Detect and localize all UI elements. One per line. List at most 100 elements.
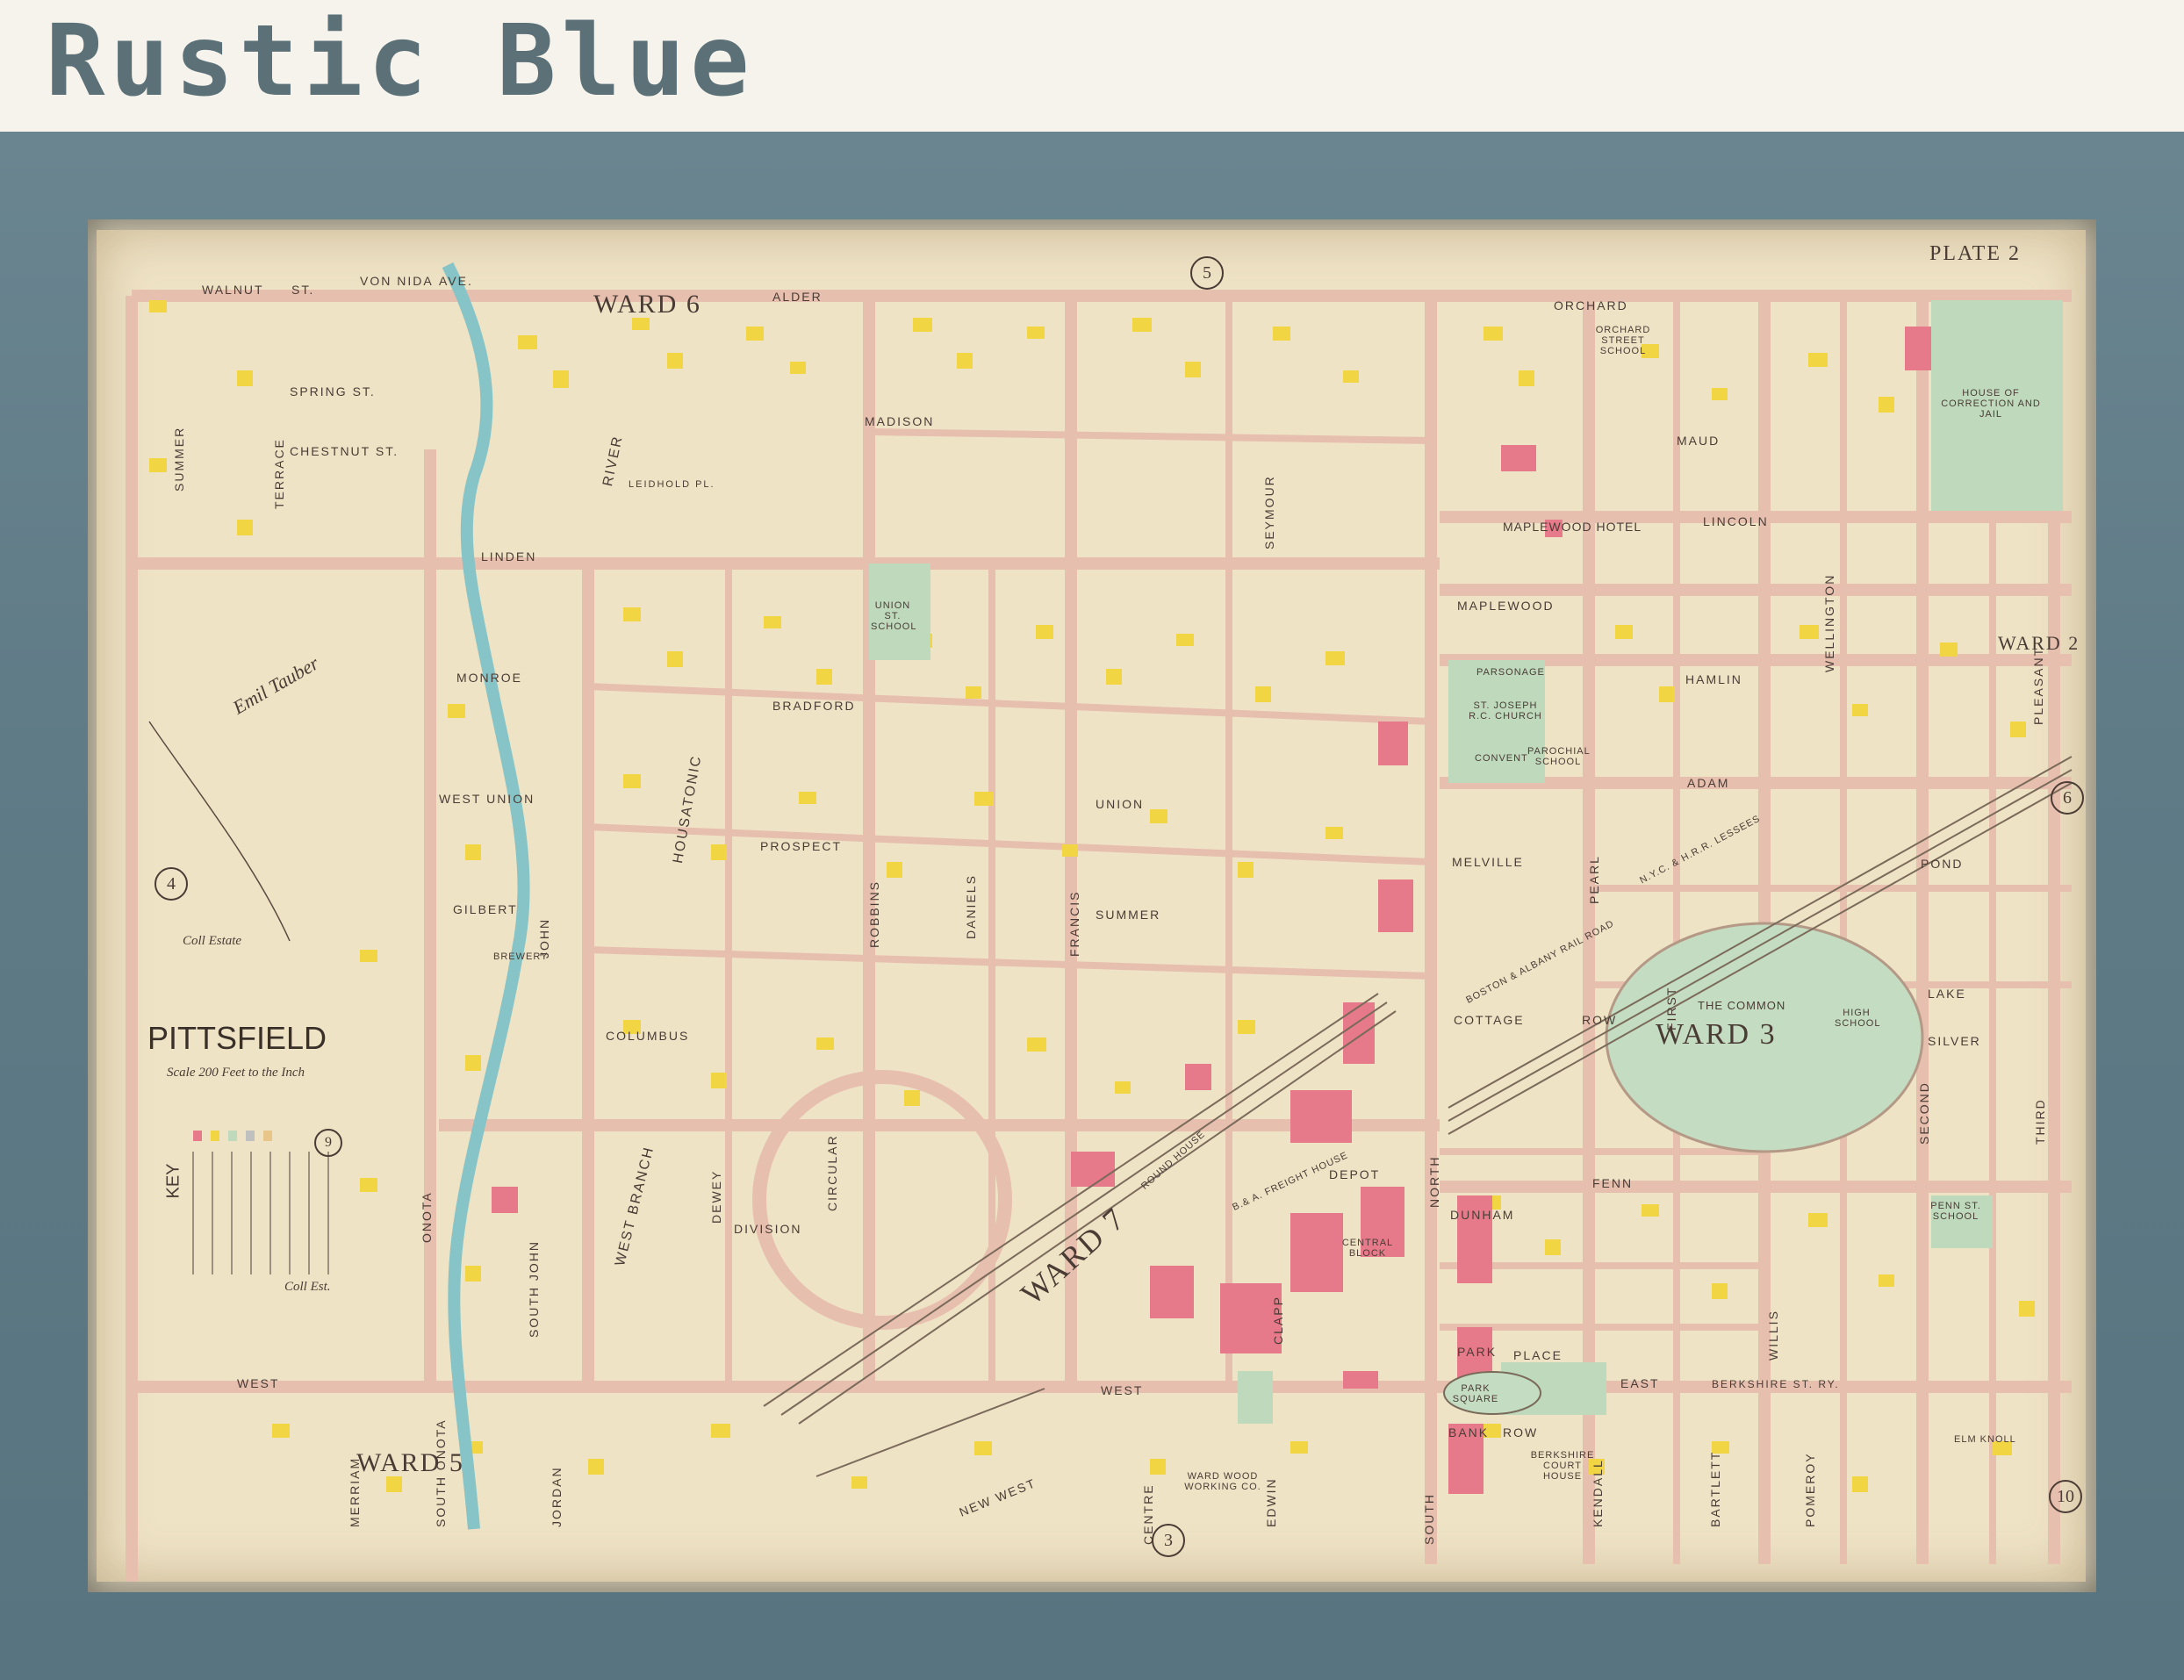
street-label-division: DIVISION bbox=[734, 1222, 802, 1236]
street-label-east: EAST bbox=[1620, 1376, 1660, 1390]
frame-style-title: Rustic Blue bbox=[46, 4, 755, 118]
street-label-north: NORTH bbox=[1427, 1155, 1441, 1208]
street-label-prospect: PROSPECT bbox=[760, 839, 843, 853]
scale-label: Scale 200 Feet to the Inch bbox=[167, 1066, 305, 1080]
street-label-west: WEST bbox=[237, 1376, 280, 1390]
landmark-court-house: BERKSHIRE COURT HOUSE bbox=[1530, 1450, 1595, 1482]
plate-number-5: 5 bbox=[1190, 256, 1224, 290]
ward-label-6: WARD 6 bbox=[593, 290, 701, 319]
landmark-orchard-school: ORCHARD STREET SCHOOL bbox=[1595, 325, 1651, 356]
street-label-dunham: DUNHAM bbox=[1450, 1208, 1515, 1222]
street-label-circular: CIRCULAR bbox=[825, 1134, 839, 1211]
street-label-chestnut: CHESTNUT ST. bbox=[290, 444, 399, 458]
street-label-berkshire-st-ry: BERKSHIRE ST. RY. bbox=[1712, 1378, 1840, 1390]
street-label-von-nida: VON NIDA bbox=[360, 274, 434, 288]
circular-avenue bbox=[752, 1070, 1012, 1330]
street-label-fenn: FENN bbox=[1592, 1176, 1634, 1190]
street-label-third: THIRD bbox=[2033, 1098, 2047, 1145]
landmark-the-common: THE COMMON bbox=[1698, 999, 1786, 1012]
street-label-robbins: ROBBINS bbox=[867, 879, 881, 948]
street-label-pomeroy: POMEROY bbox=[1803, 1452, 1817, 1527]
street-label-terrace: TERRACE bbox=[272, 438, 286, 509]
street-label-pleasant: PLEASANT bbox=[2031, 646, 2045, 725]
ward-label-5: WARD 5 bbox=[356, 1448, 464, 1477]
street-label-adam: ADAM bbox=[1687, 776, 1730, 790]
street-label-jordan: JORDAN bbox=[550, 1466, 564, 1527]
landmark-coll-estate: Coll Estate bbox=[183, 934, 242, 948]
street-label-bank: BANK bbox=[1448, 1425, 1490, 1439]
street-label-madison: MADISON bbox=[865, 414, 935, 428]
ward-label-3: WARD 3 bbox=[1656, 1018, 1777, 1051]
street-label-leidhold: LEIDHOLD PL. bbox=[629, 479, 715, 490]
street-label-orchard: ORCHARD bbox=[1554, 298, 1628, 312]
ward-label-2: WARD 2 bbox=[1998, 632, 2080, 654]
street-label-bartlett: BARTLETT bbox=[1708, 1450, 1722, 1527]
plate-label: PLATE 2 bbox=[1929, 242, 2021, 265]
street-label-maud: MAUD bbox=[1677, 434, 1721, 448]
landmark-convent: CONVENT bbox=[1475, 753, 1528, 764]
street-label-second: SECOND bbox=[1917, 1081, 1931, 1145]
street-label-south: SOUTH bbox=[1422, 1493, 1436, 1545]
street-label-wellington: WELLINGTON bbox=[1822, 573, 1836, 672]
street-label-summer-ave: SUMMER bbox=[172, 426, 186, 492]
landmark-maplewood-hotel: MAPLEWOOD HOTEL bbox=[1503, 520, 1642, 534]
plate-number-10: 10 bbox=[2049, 1480, 2082, 1513]
plate-number-6: 6 bbox=[2051, 781, 2084, 815]
street-label-columbus: COLUMBUS bbox=[606, 1029, 690, 1043]
landmark-park-square: PARK SQUARE bbox=[1452, 1383, 1499, 1404]
street-label-silver: SILVER bbox=[1928, 1034, 1981, 1048]
street-label-monroe: MONROE bbox=[456, 671, 522, 685]
street-label-dewey: DEWEY bbox=[709, 1169, 723, 1224]
street-label-bradford: BRADFORD bbox=[772, 699, 856, 713]
street-label-onota: ONOTA bbox=[420, 1191, 434, 1243]
street-label-south-john: SOUTH JOHN bbox=[527, 1240, 541, 1338]
street-label-daniels: DANIELS bbox=[964, 874, 978, 939]
street-label-maplewood: MAPLEWOOD bbox=[1457, 599, 1555, 613]
plate-number-4: 4 bbox=[154, 867, 188, 901]
street-label-place: PLACE bbox=[1513, 1348, 1563, 1362]
street-label-willis: WILLIS bbox=[1766, 1310, 1780, 1361]
street-label-lake: LAKE bbox=[1928, 987, 1966, 1001]
landmark-elm-knoll: ELM KNOLL bbox=[1954, 1434, 2016, 1445]
street-label-edwin: EDWIN bbox=[1264, 1477, 1278, 1527]
landmark-central-block: CENTRAL BLOCK bbox=[1341, 1238, 1394, 1259]
city-title: PITTSFIELD bbox=[147, 1020, 327, 1056]
street-label-pond: POND bbox=[1921, 857, 1964, 871]
street-label-seymour: SEYMOUR bbox=[1262, 475, 1276, 549]
housatonic-river bbox=[442, 262, 530, 1530]
landmark-union-school: UNION ST. SCHOOL bbox=[871, 600, 917, 632]
street-label-alder: ALDER bbox=[772, 290, 823, 304]
map-key-legend: KEY bbox=[149, 1125, 404, 1283]
brick-buildings-pink bbox=[492, 327, 1958, 1494]
street-label-pearl: PEARL bbox=[1587, 855, 1601, 904]
street-label-union: UNION bbox=[1096, 797, 1145, 811]
street-label-cottage: COTTAGE bbox=[1454, 1013, 1525, 1027]
street-label-spring: SPRING ST. bbox=[290, 384, 376, 398]
street-label-west-union: WEST UNION bbox=[439, 792, 535, 806]
landmark-parsonage: PARSONAGE bbox=[1476, 667, 1545, 678]
street-label-depot: DEPOT bbox=[1329, 1167, 1381, 1181]
street-label-row-2: ROW bbox=[1503, 1425, 1539, 1439]
coll-estate-line bbox=[148, 721, 291, 942]
street-label-clapp: CLAPP bbox=[1271, 1296, 1285, 1345]
landmark-ward-wood: WARD WOOD WORKING CO. bbox=[1184, 1471, 1261, 1492]
plate-number-9: 9 bbox=[314, 1129, 342, 1157]
landmark-brewery: BREWERY bbox=[493, 951, 549, 962]
street-label-gilbert: GILBERT bbox=[453, 902, 518, 916]
street-label-summer: SUMMER bbox=[1096, 908, 1161, 922]
street-label-hamlin: HAMLIN bbox=[1685, 672, 1742, 686]
street-label-lincoln: LINCOLN bbox=[1703, 514, 1769, 528]
street-label-walnut: WALNUT bbox=[202, 283, 264, 297]
plate-number-3: 3 bbox=[1152, 1524, 1185, 1557]
street-label-linden: LINDEN bbox=[481, 549, 537, 564]
street-label-francis: FRANCIS bbox=[1067, 890, 1081, 957]
street-label-melville: MELVILLE bbox=[1452, 855, 1524, 869]
street-label-west-2: WEST bbox=[1101, 1383, 1144, 1397]
key-swatches bbox=[192, 1131, 329, 1274]
landmark-penn-st-school: PENN ST. SCHOOL bbox=[1930, 1201, 1981, 1222]
street-label-ave: AVE. bbox=[439, 274, 473, 288]
street-label-st: ST. bbox=[291, 283, 315, 297]
landmark-house-of-correction: HOUSE OF CORRECTION AND JAIL bbox=[1941, 388, 2041, 420]
street-label-park: PARK bbox=[1457, 1345, 1498, 1359]
street-label-row: ROW bbox=[1582, 1013, 1618, 1027]
